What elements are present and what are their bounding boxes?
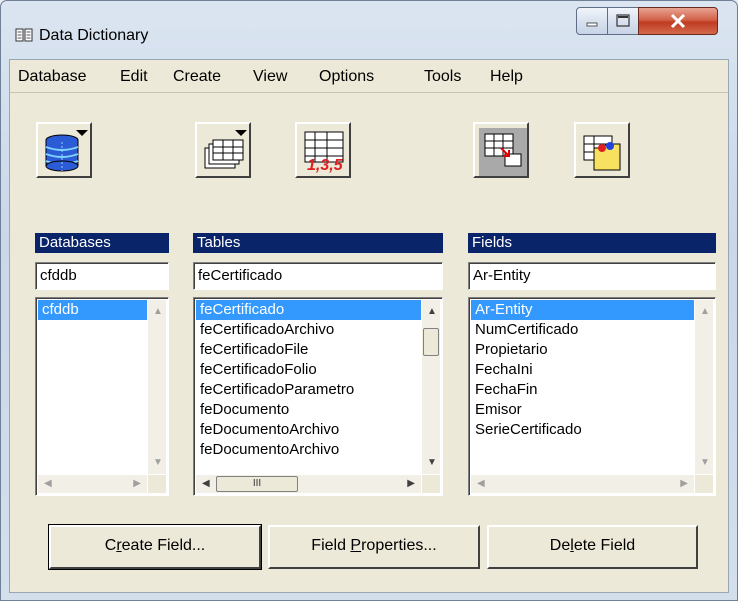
- table-numbered-icon: 1,3,5: [304, 131, 344, 174]
- svg-text:1,3,5: 1,3,5: [307, 157, 344, 174]
- list-item[interactable]: feCertificadoFolio: [196, 360, 421, 380]
- menu-database[interactable]: Database: [18, 68, 87, 86]
- delete-field-button[interactable]: Delete Field: [487, 525, 698, 569]
- tables-horizontal-thumb[interactable]: III: [216, 476, 298, 492]
- list-item[interactable]: feDocumentoArchivo: [196, 420, 421, 440]
- tables-vertical-thumb[interactable]: [423, 328, 439, 356]
- list-item[interactable]: Emisor: [471, 400, 694, 420]
- tables-toolbar-button[interactable]: [195, 122, 251, 178]
- tables-vertical-scrollbar[interactable]: ▲ ▼: [422, 300, 440, 474]
- databases-horizontal-scrollbar[interactable]: ◀ ▶: [38, 475, 147, 493]
- databases-listbox[interactable]: cfddb ▲ ▼ ◀ ▶: [35, 297, 169, 496]
- close-icon: [670, 13, 686, 29]
- dialog-client: Database Edit Create View Options Tools …: [9, 59, 729, 593]
- fields-vertical-scrollbar[interactable]: ▲ ▼: [695, 300, 713, 474]
- window-frame: Data Dictionary Database Edit Create Vie…: [0, 0, 738, 601]
- button-label: De: [549, 537, 571, 554]
- scroll-corner: [422, 475, 440, 493]
- menu-help[interactable]: Help: [490, 68, 523, 86]
- list-item[interactable]: Propietario: [471, 340, 694, 360]
- table-dropdown-icon: [204, 130, 247, 169]
- maximize-button[interactable]: [607, 7, 639, 35]
- table-export-icon: [479, 128, 527, 176]
- minimize-button[interactable]: [576, 7, 608, 35]
- table-name-field[interactable]: feCertificado: [193, 262, 443, 290]
- scroll-left-icon[interactable]: ◀: [202, 478, 210, 489]
- scroll-up-icon[interactable]: ▲: [700, 306, 710, 317]
- title-bar[interactable]: Data Dictionary: [1, 1, 737, 59]
- list-item[interactable]: feCertificadoArchivo: [196, 320, 421, 340]
- menu-tools[interactable]: Tools: [424, 68, 461, 86]
- create-field-button[interactable]: Create Field...: [48, 524, 262, 570]
- scroll-left-icon[interactable]: ◀: [44, 478, 52, 489]
- scroll-down-icon[interactable]: ▼: [153, 457, 163, 468]
- list-item[interactable]: feCertificadoFile: [196, 340, 421, 360]
- scroll-up-icon[interactable]: ▲: [427, 306, 437, 317]
- scroll-up-icon[interactable]: ▲: [153, 306, 163, 317]
- scroll-corner: [695, 475, 713, 493]
- list-item[interactable]: cfddb: [38, 300, 147, 320]
- button-label: Field: [311, 537, 351, 554]
- tables-header: Tables: [193, 233, 443, 253]
- menu-bar: Database Edit Create View Options Tools …: [10, 60, 728, 93]
- list-item[interactable]: feDocumentoArchivo: [196, 440, 421, 460]
- folders-toolbar-button[interactable]: [574, 122, 630, 178]
- numbered-table-toolbar-button[interactable]: 1,3,5: [295, 122, 351, 178]
- list-item[interactable]: NumCertificado: [471, 320, 694, 340]
- list-item[interactable]: SerieCertificado: [471, 420, 694, 440]
- button-label: C: [104, 537, 117, 554]
- scroll-right-icon[interactable]: ▶: [680, 478, 688, 489]
- close-button[interactable]: [638, 7, 718, 35]
- button-label: ete Field: [573, 537, 636, 554]
- field-properties-button[interactable]: Field Properties...: [268, 525, 480, 569]
- fields-listbox[interactable]: Ar-Entity NumCertificado Propietario FechaI…: [468, 297, 716, 496]
- list-item[interactable]: FechaFin: [471, 380, 694, 400]
- database-toolbar-button[interactable]: [36, 122, 92, 178]
- tables-horizontal-scrollbar[interactable]: ◀ III ▶: [196, 475, 421, 493]
- database-name-field[interactable]: cfddb: [35, 262, 169, 290]
- databases-header: Databases: [35, 233, 169, 253]
- menu-create[interactable]: Create: [173, 68, 221, 86]
- scroll-down-icon[interactable]: ▼: [700, 457, 710, 468]
- scroll-right-icon[interactable]: ▶: [407, 478, 415, 489]
- list-item[interactable]: feCertificado: [196, 300, 421, 320]
- list-item[interactable]: feDocumento: [196, 400, 421, 420]
- button-label: roperties...: [361, 537, 437, 554]
- menu-options[interactable]: Options: [319, 68, 374, 86]
- export-table-toolbar-button[interactable]: [473, 122, 529, 178]
- fields-horizontal-scrollbar[interactable]: ◀ ▶: [471, 475, 694, 493]
- database-stack-icon: [45, 130, 88, 172]
- list-item[interactable]: Ar-Entity: [471, 300, 694, 320]
- tables-listbox[interactable]: feCertificado feCertificadoArchivo feCerti…: [193, 297, 443, 496]
- list-item[interactable]: feCertificadoParametro: [196, 380, 421, 400]
- book-icon: [15, 28, 33, 42]
- scroll-right-icon[interactable]: ▶: [133, 478, 141, 489]
- button-label: eate Field...: [121, 537, 206, 554]
- menu-view[interactable]: View: [253, 68, 287, 86]
- list-item[interactable]: FechaIni: [471, 360, 694, 380]
- window-title: Data Dictionary: [39, 27, 149, 44]
- field-name-field[interactable]: Ar-Entity: [468, 262, 716, 290]
- minimize-icon: [586, 22, 598, 27]
- fields-header: Fields: [468, 233, 716, 253]
- maximize-icon: [616, 14, 630, 27]
- scroll-corner: [148, 475, 166, 493]
- scroll-left-icon[interactable]: ◀: [477, 478, 485, 489]
- scroll-down-icon[interactable]: ▼: [427, 457, 437, 468]
- databases-vertical-scrollbar[interactable]: ▲ ▼: [148, 300, 166, 474]
- folders-icon: [583, 135, 621, 171]
- button-accelerator: P: [350, 537, 362, 554]
- menu-edit[interactable]: Edit: [120, 68, 148, 86]
